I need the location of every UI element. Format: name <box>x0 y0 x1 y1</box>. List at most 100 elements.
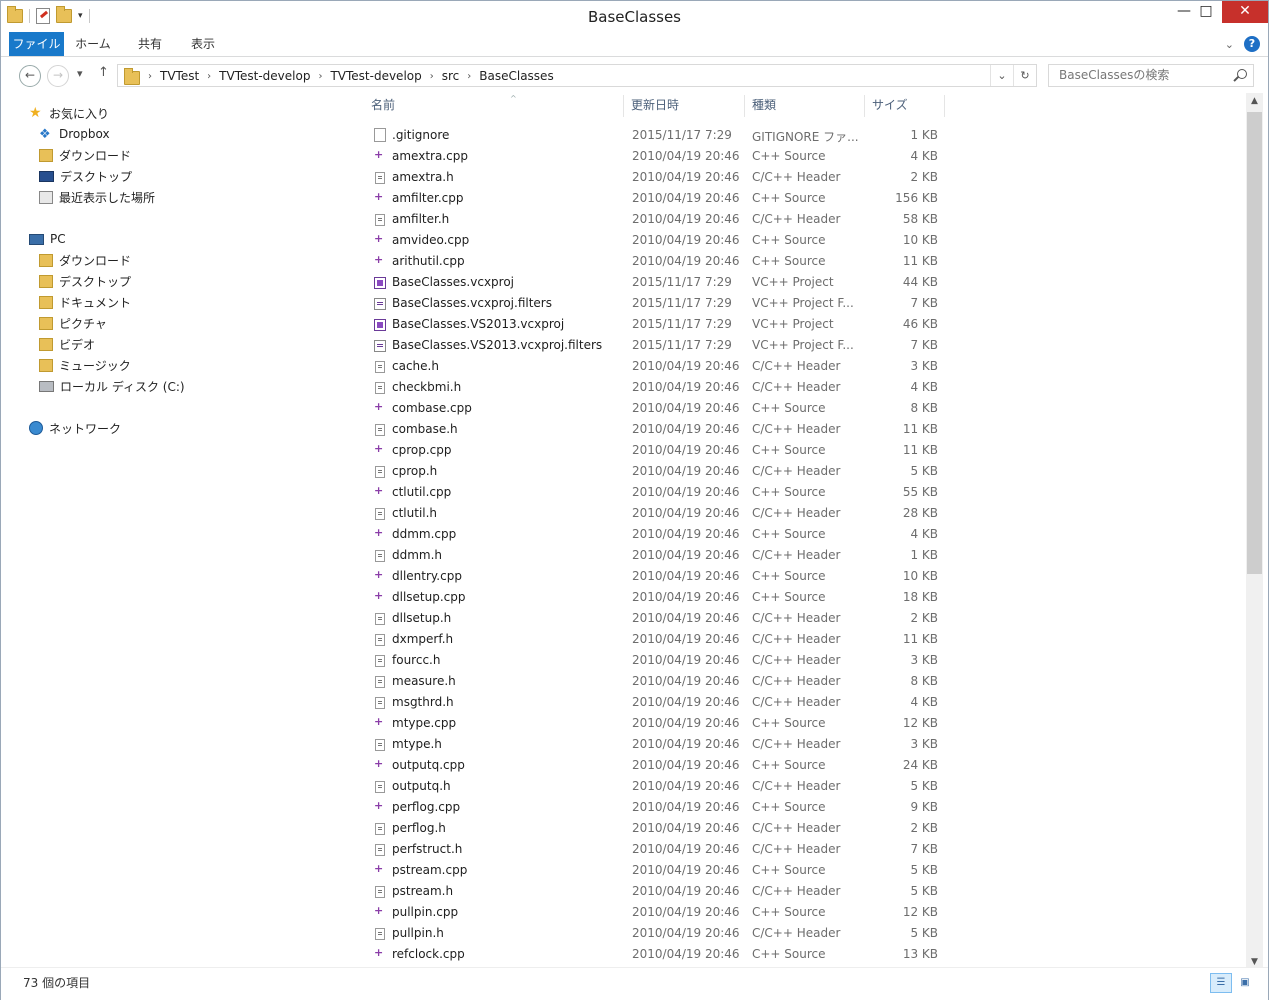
nav-item-downloads[interactable]: ダウンロード <box>39 145 131 165</box>
table-row[interactable]: perfstruct.h 2010/04/19 20:46 C/C++ Header… <box>352 839 952 860</box>
column-divider[interactable] <box>623 95 624 117</box>
table-row[interactable]: perflog.h 2010/04/19 20:46 C/C++ Header 2 K… <box>352 818 952 839</box>
large-icons-view-icon[interactable]: ▣ <box>1234 973 1256 993</box>
table-row[interactable]: mtype.h 2010/04/19 20:46 C/C++ Header 3 KB <box>352 734 952 755</box>
network-icon <box>29 421 43 435</box>
tab-home[interactable]: ホーム <box>71 32 115 56</box>
maximize-button[interactable]: □ <box>1189 1 1223 23</box>
nav-pc[interactable]: PC <box>29 229 66 249</box>
nav-item-recent-places[interactable]: 最近表示した場所 <box>39 187 155 207</box>
breadcrumb-baseclasses[interactable]: BaseClasses <box>473 69 559 83</box>
table-row[interactable]: pstream.h 2010/04/19 20:46 C/C++ Header 5 K… <box>352 881 952 902</box>
nav-item-pc-pictures[interactable]: ピクチャ <box>39 313 107 333</box>
table-row[interactable]: + pullpin.cpp 2010/04/19 20:46 C++ Source 12… <box>352 902 952 923</box>
tab-view[interactable]: 表示 <box>183 32 223 56</box>
tab-file[interactable]: ファイル <box>9 32 64 56</box>
column-header-name[interactable]: 名前 ^ <box>371 94 621 116</box>
nav-item-pc-documents[interactable]: ドキュメント <box>39 292 131 312</box>
nav-favorites[interactable]: ★ お気に入り <box>29 103 109 123</box>
column-divider[interactable] <box>744 95 745 117</box>
table-row[interactable]: msgthrd.h 2010/04/19 20:46 C/C++ Header 4 K… <box>352 692 952 713</box>
help-icon[interactable]: ? <box>1244 36 1260 52</box>
file-name: pstream.cpp <box>392 863 468 877</box>
table-row[interactable]: + ctlutil.cpp 2010/04/19 20:46 C++ Source 55… <box>352 482 952 503</box>
column-header-date[interactable]: 更新日時 <box>631 96 741 116</box>
breadcrumb-tvtest-develop[interactable]: TVTest-develop <box>213 69 316 83</box>
breadcrumb-separator[interactable]: › <box>428 71 436 82</box>
nav-item-pc-downloads[interactable]: ダウンロード <box>39 250 131 270</box>
nav-item-dropbox[interactable]: ❖ Dropbox <box>39 124 110 144</box>
table-row[interactable]: + combase.cpp 2010/04/19 20:46 C++ Source 8 … <box>352 398 952 419</box>
breadcrumb-src[interactable]: src <box>436 69 466 83</box>
column-divider[interactable] <box>864 95 865 117</box>
recent-locations-button[interactable]: ▾ <box>77 67 83 80</box>
nav-item-pc-videos[interactable]: ビデオ <box>39 334 95 354</box>
breadcrumb-tvtest-develop-2[interactable]: TVTest-develop <box>324 69 427 83</box>
table-row[interactable]: + arithutil.cpp 2010/04/19 20:46 C++ Source… <box>352 251 952 272</box>
file-name: BaseClasses.VS2013.vcxproj.filters <box>392 338 603 352</box>
nav-item-pc-desktop[interactable]: デスクトップ <box>39 271 131 291</box>
details-view-icon[interactable]: ☰ <box>1210 973 1232 993</box>
table-row[interactable]: + ddmm.cpp 2010/04/19 20:46 C++ Source 4 KB <box>352 524 952 545</box>
table-row[interactable]: measure.h 2010/04/19 20:46 C/C++ Header 8 K… <box>352 671 952 692</box>
table-row[interactable]: + dllentry.cpp 2010/04/19 20:46 C++ Source 1… <box>352 566 952 587</box>
table-row[interactable]: BaseClasses.vcxproj 2015/11/17 7:29 VC++ P… <box>352 272 952 293</box>
breadcrumb-separator[interactable]: › <box>465 71 473 82</box>
search-input[interactable] <box>1057 67 1231 83</box>
table-row[interactable]: + outputq.cpp 2010/04/19 20:46 C++ Source 24… <box>352 755 952 776</box>
table-row[interactable]: + amextra.cpp 2010/04/19 20:46 C++ Source 4 … <box>352 146 952 167</box>
breadcrumb-separator[interactable]: › <box>316 71 324 82</box>
table-row[interactable]: pullpin.h 2010/04/19 20:46 C/C++ Header 5 K… <box>352 923 952 944</box>
breadcrumb-separator[interactable]: › <box>146 71 154 82</box>
table-row[interactable]: cprop.h 2010/04/19 20:46 C/C++ Header 5 KB <box>352 461 952 482</box>
expand-ribbon-icon[interactable]: ⌄ <box>1225 38 1234 51</box>
breadcrumb-tvtest[interactable]: TVTest <box>154 69 205 83</box>
table-row[interactable]: + pstream.cpp 2010/04/19 20:46 C++ Source 5 … <box>352 860 952 881</box>
nav-item-desktop[interactable]: デスクトップ <box>39 166 132 186</box>
table-row[interactable]: amextra.h 2010/04/19 20:46 C/C++ Header 2 K… <box>352 167 952 188</box>
table-row[interactable]: cache.h 2010/04/19 20:46 C/C++ Header 3 KB <box>352 356 952 377</box>
vertical-scrollbar[interactable]: ▲ ▼ <box>1246 93 1263 971</box>
table-row[interactable]: .gitignore 2015/11/17 7:29 GITIGNORE ファ...… <box>352 125 952 146</box>
search-icon[interactable] <box>1237 69 1247 79</box>
back-button[interactable]: ← <box>19 65 41 87</box>
table-row[interactable]: + amfilter.cpp 2010/04/19 20:46 C++ Source 1… <box>352 188 952 209</box>
table-row[interactable]: + cprop.cpp 2010/04/19 20:46 C++ Source 11 K… <box>352 440 952 461</box>
table-row[interactable]: + perflog.cpp 2010/04/19 20:46 C++ Source 9 … <box>352 797 952 818</box>
refresh-icon[interactable]: ↻ <box>1013 65 1036 86</box>
nav-network[interactable]: ネットワーク <box>29 418 121 438</box>
table-row[interactable]: + dllsetup.cpp 2010/04/19 20:46 C++ Source 1… <box>352 587 952 608</box>
table-row[interactable]: amfilter.h 2010/04/19 20:46 C/C++ Header 58… <box>352 209 952 230</box>
table-row[interactable]: dllsetup.h 2010/04/19 20:46 C/C++ Header 2 … <box>352 608 952 629</box>
search-box[interactable] <box>1048 64 1254 87</box>
column-divider[interactable] <box>944 95 945 117</box>
table-row[interactable]: fourcc.h 2010/04/19 20:46 C/C++ Header 3 KB <box>352 650 952 671</box>
address-history-icon[interactable]: ⌄ <box>990 65 1013 86</box>
breadcrumb-separator[interactable]: › <box>205 71 213 82</box>
table-row[interactable]: + amvideo.cpp 2010/04/19 20:46 C++ Source 10… <box>352 230 952 251</box>
table-row[interactable]: checkbmi.h 2010/04/19 20:46 C/C++ Header 4 … <box>352 377 952 398</box>
table-row[interactable]: dxmperf.h 2010/04/19 20:46 C/C++ Header 11 … <box>352 629 952 650</box>
forward-button[interactable]: → <box>47 65 69 87</box>
tab-share[interactable]: 共有 <box>129 32 171 56</box>
address-bar[interactable]: › TVTest › TVTest-develop › TVTest-devel… <box>117 64 1037 87</box>
scroll-up-icon[interactable]: ▲ <box>1246 93 1263 110</box>
table-row[interactable]: + mtype.cpp 2010/04/19 20:46 C++ Source 12 K… <box>352 713 952 734</box>
table-row[interactable]: combase.h 2010/04/19 20:46 C/C++ Header 11 … <box>352 419 952 440</box>
nav-item-pc-music[interactable]: ミュージック <box>39 355 131 375</box>
close-button[interactable]: ✕ <box>1222 1 1268 23</box>
column-header-size[interactable]: サイズ <box>872 96 942 116</box>
table-row[interactable]: + refclock.cpp 2010/04/19 20:46 C++ Source 1… <box>352 944 952 963</box>
table-row[interactable]: ddmm.h 2010/04/19 20:46 C/C++ Header 1 KB <box>352 545 952 566</box>
up-button[interactable]: ↑ <box>98 65 109 80</box>
column-header-type[interactable]: 種類 <box>752 96 862 116</box>
table-row[interactable]: outputq.h 2010/04/19 20:46 C/C++ Header 5 K… <box>352 776 952 797</box>
nav-item-pc-local-disk[interactable]: ローカル ディスク (C:) <box>39 376 185 396</box>
table-row[interactable]: BaseClasses.VS2013.vcxproj.filters 2015/1… <box>352 335 952 356</box>
table-row[interactable]: ctlutil.h 2010/04/19 20:46 C/C++ Header 28 … <box>352 503 952 524</box>
nav-pc-label: PC <box>50 232 66 246</box>
vcxproj-file-icon <box>374 277 386 289</box>
table-row[interactable]: BaseClasses.VS2013.vcxproj 2015/11/17 7:2… <box>352 314 952 335</box>
table-row[interactable]: BaseClasses.vcxproj.filters 2015/11/17 7:… <box>352 293 952 314</box>
scrollbar-thumb[interactable] <box>1247 112 1262 574</box>
